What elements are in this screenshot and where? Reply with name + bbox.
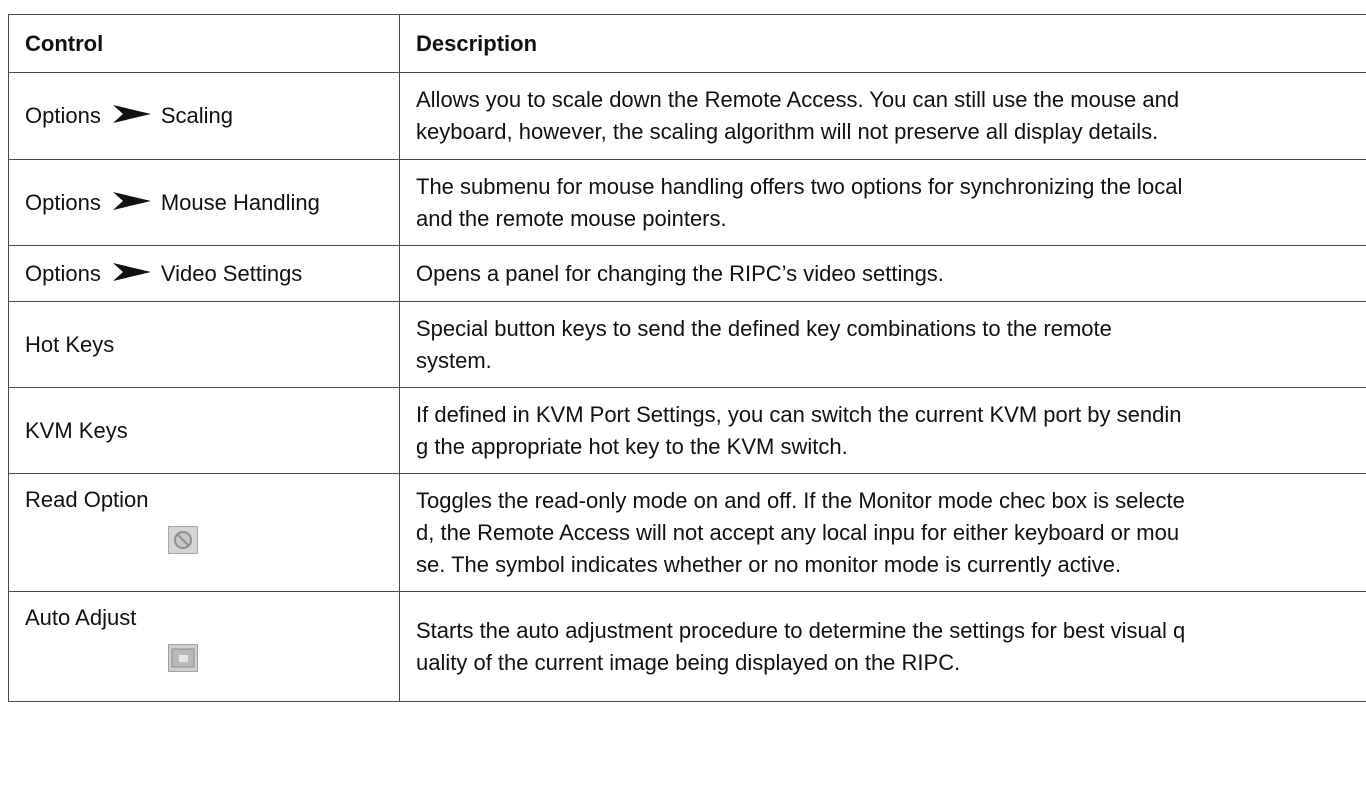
- table-row: Hot Keys Special button keys to send the…: [8, 301, 1366, 388]
- control-cell: Hot Keys: [8, 301, 400, 388]
- description-line: The submenu for mouse handling offers tw…: [416, 173, 1183, 199]
- description-line: system.: [416, 347, 492, 373]
- menu-label: Options: [25, 103, 101, 128]
- header-description: Description: [399, 14, 1366, 73]
- table-row: Options Mouse Handling The submenu for mo…: [8, 159, 1366, 246]
- description-line: and the remote mouse pointers.: [416, 205, 727, 231]
- table-row: KVM Keys If defined in KVM Port Settings…: [8, 387, 1366, 474]
- description-cell: The submenu for mouse handling offers tw…: [399, 159, 1366, 246]
- header-control: Control: [8, 14, 400, 73]
- arrow-right-icon: [112, 262, 151, 281]
- description-cell: Opens a panel for changing the RIPC’s vi…: [399, 245, 1366, 302]
- controls-table: Control Description Options Scaling Allow…: [8, 14, 1366, 702]
- description-line: Starts the auto adjustment procedure to …: [416, 617, 1186, 643]
- control-cell: Auto Adjust: [8, 591, 400, 702]
- description-cell: Toggles the read-only mode on and off. I…: [399, 473, 1366, 592]
- menu-item-label: Video Settings: [160, 260, 303, 286]
- table-row: Options Video Settings Opens a panel for …: [8, 245, 1366, 302]
- arrow-right-icon: [112, 191, 151, 210]
- table-header-row: Control Description: [8, 14, 1366, 73]
- table-row: Options Scaling Allows you to scale down …: [8, 72, 1366, 160]
- menu-item-label: Mouse Handling: [160, 189, 320, 215]
- description-line: uality of the current image being displa…: [416, 649, 961, 675]
- description-line: Opens a panel for changing the RIPC’s vi…: [416, 260, 944, 286]
- control-cell: KVM Keys: [8, 387, 400, 474]
- control-cell: Read Option: [8, 473, 400, 592]
- control-cell: Options Scaling: [8, 72, 400, 160]
- monitor-mode-icon: [168, 526, 198, 554]
- control-label: Read Option: [25, 487, 149, 512]
- description-line: Toggles the read-only mode on and off. I…: [416, 487, 1185, 513]
- control-cell: Options Video Settings: [8, 245, 400, 302]
- control-cell: Options Mouse Handling: [8, 159, 400, 246]
- table-row: Auto Adjust Starts the auto adjustment p…: [8, 591, 1366, 702]
- description-line: se. The symbol indicates whether or no m…: [416, 551, 1122, 577]
- description-line: Special button keys to send the defined …: [416, 315, 1112, 341]
- description-line: d, the Remote Access will not accept any…: [416, 519, 1180, 545]
- description-line: keyboard, however, the scaling algorithm…: [416, 119, 1159, 144]
- control-label: Auto Adjust: [25, 605, 137, 630]
- description-cell: Special button keys to send the defined …: [399, 301, 1366, 388]
- menu-label: Options: [25, 260, 101, 286]
- description-cell: Starts the auto adjustment procedure to …: [399, 591, 1366, 702]
- arrow-right-icon: [112, 105, 151, 123]
- auto-adjust-icon: [168, 644, 198, 672]
- description-cell: If defined in KVM Port Settings, you can…: [399, 387, 1366, 474]
- menu-label: Options: [25, 189, 101, 215]
- table-row: Read Option Toggles the read-only mode o…: [8, 473, 1366, 592]
- description-line: If defined in KVM Port Settings, you can…: [416, 401, 1182, 427]
- description-line: g the appropriate hot key to the KVM swi…: [416, 433, 848, 459]
- description-cell: Allows you to scale down the Remote Acce…: [399, 72, 1366, 160]
- menu-item-label: Scaling: [160, 103, 233, 128]
- description-line: Allows you to scale down the Remote Acce…: [416, 87, 1180, 112]
